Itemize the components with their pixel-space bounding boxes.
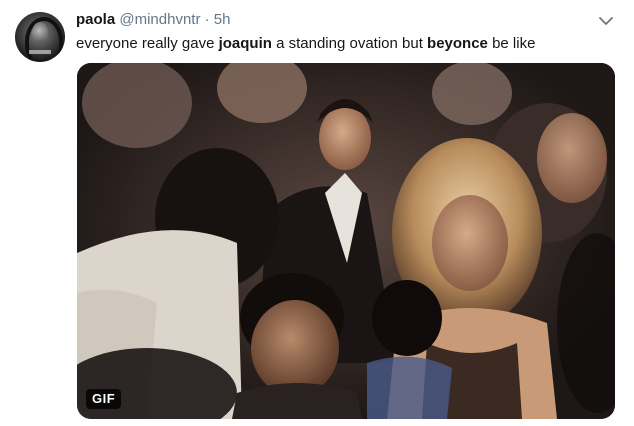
user-handle[interactable]: @mindhvntr: [119, 11, 200, 28]
timestamp[interactable]: 5h: [214, 11, 231, 28]
chevron-down-icon[interactable]: [597, 12, 615, 30]
tweet-text: everyone really gave joaquin a standing …: [76, 34, 535, 54]
tweet-text-bold: beyonce: [427, 35, 488, 52]
avatar-face: [32, 22, 48, 44]
tweet-text-part: everyone really gave: [76, 35, 219, 52]
gif-badge: GIF: [86, 389, 122, 409]
tweet-text-part: a standing ovation but: [271, 35, 428, 52]
separator-dot: ·: [204, 11, 210, 28]
tweet-text-bold: joaquin: [218, 35, 272, 52]
avatar[interactable]: [15, 12, 65, 62]
gif-media[interactable]: GIF: [77, 63, 615, 419]
tweet-header: paola @mindhvntr · 5h: [76, 11, 230, 29]
gif-frame: [77, 63, 615, 419]
tweet[interactable]: paola @mindhvntr · 5h everyone really ga…: [0, 0, 634, 426]
avatar-caption-strip: [29, 50, 51, 54]
tweet-text-part: be like: [487, 35, 536, 52]
display-name[interactable]: paola: [76, 11, 115, 28]
